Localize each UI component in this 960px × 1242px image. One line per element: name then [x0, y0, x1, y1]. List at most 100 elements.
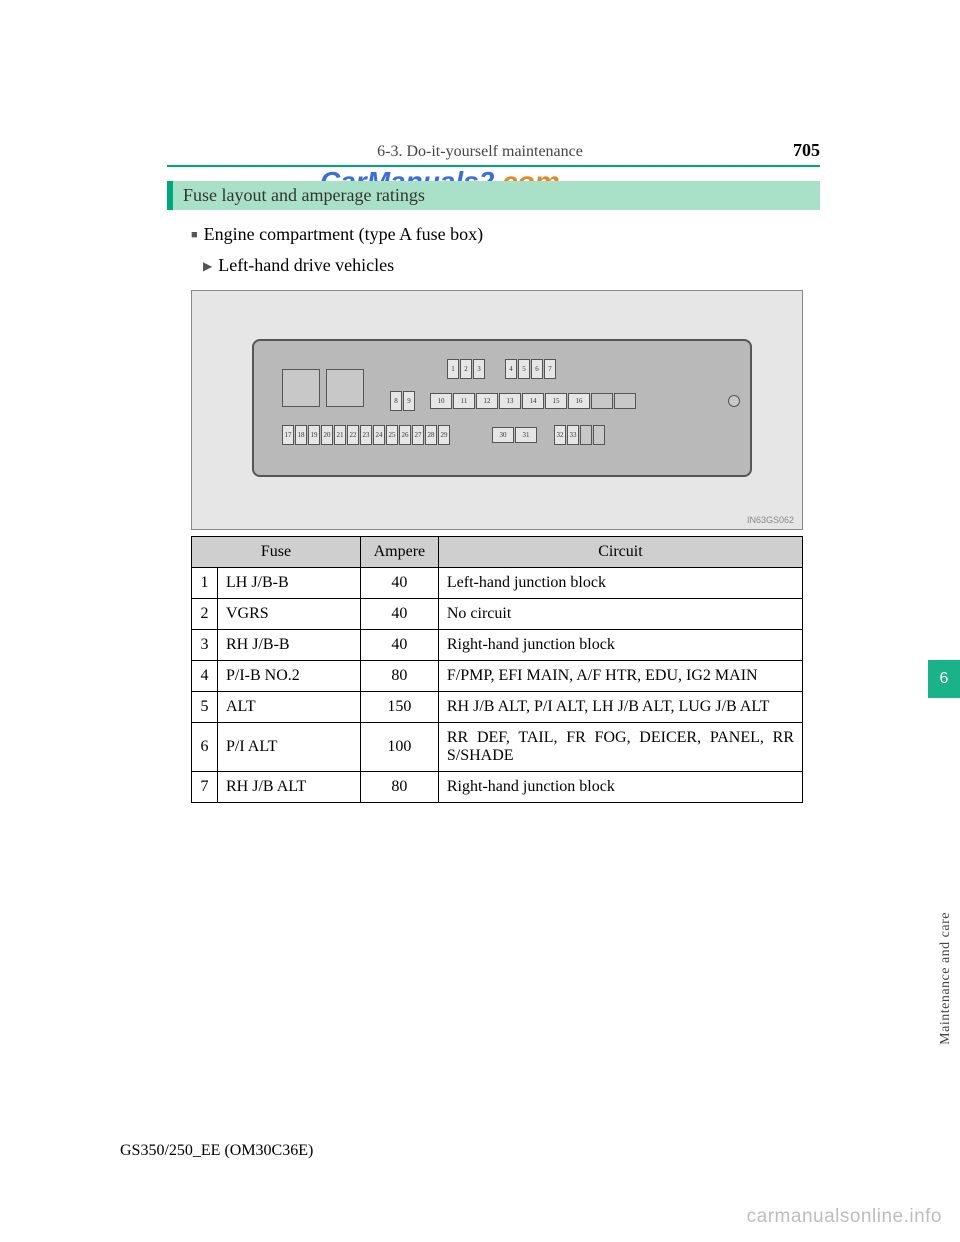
fuse-slot: 29: [438, 425, 450, 445]
col-header-fuse: Fuse: [192, 537, 361, 568]
footer-doc-code: GS350/250_EE (OM30C36E): [120, 1142, 313, 1160]
cell-circuit: Left-hand junction block: [438, 568, 802, 599]
fuse-slot: 3: [473, 359, 485, 379]
fuse-slot: 7: [544, 359, 556, 379]
breadcrumb: 6-3. Do-it-yourself maintenance: [167, 143, 793, 161]
cell-circuit: RH J/B ALT, P/I ALT, LH J/B ALT, LUG J/B…: [438, 692, 802, 723]
fuse-slot: 22: [347, 425, 359, 445]
fuse-slot: 4: [505, 359, 517, 379]
fuse-slot: 33: [567, 425, 579, 445]
page-content: 6-3. Do-it-yourself maintenance 705 Fuse…: [0, 0, 960, 803]
cell-circuit: Right-hand junction block: [438, 630, 802, 661]
relay-block: [326, 369, 364, 407]
section-title: Fuse layout and amperage ratings: [167, 181, 820, 210]
table-row: 7RH J/B ALT80Right-hand junction block: [192, 772, 803, 803]
cell-ampere: 40: [360, 599, 438, 630]
fuse-slot-blank: [614, 393, 636, 409]
cell-circuit: Right-hand junction block: [438, 772, 802, 803]
fuse-box-outline: 1 2 3 4 5 6 7 8 9 10 11 12 13: [252, 339, 752, 477]
fuse-row-2-mid: 10 11 12 13 14 15 16: [430, 393, 636, 409]
fuse-row-3-left: 17 18 19 20 21 22 23 24 25 26 27 28 29: [282, 425, 450, 445]
col-header-circuit: Circuit: [438, 537, 802, 568]
fuse-slot: 26: [399, 425, 411, 445]
fuse-slot: 21: [334, 425, 346, 445]
cell-fuse: VGRS: [218, 599, 361, 630]
cell-ampere: 100: [360, 723, 438, 772]
fuse-slot: 9: [403, 391, 415, 411]
fuse-slot: 13: [499, 393, 521, 409]
subheading-text: Engine compartment (type A fuse box): [204, 224, 483, 244]
fuse-slot: 20: [321, 425, 333, 445]
fuse-slot: 27: [412, 425, 424, 445]
cell-fuse: RH J/B ALT: [218, 772, 361, 803]
cell-fuse: P/I ALT: [218, 723, 361, 772]
cell-fuse: LH J/B-B: [218, 568, 361, 599]
fuse-table: Fuse Ampere Circuit 1LH J/B-B40Left-hand…: [191, 536, 803, 803]
table-row: 3RH J/B-B40Right-hand junction block: [192, 630, 803, 661]
table-row: 6P/I ALT100RR DEF, TAIL, FR FOG, DEICER,…: [192, 723, 803, 772]
cell-ampere: 80: [360, 772, 438, 803]
relay-block: [282, 369, 320, 407]
fuse-row-3-mid: 30 31: [492, 427, 537, 443]
cell-num: 3: [192, 630, 218, 661]
cell-ampere: 150: [360, 692, 438, 723]
subsubheading-text: Left-hand drive vehicles: [218, 255, 394, 275]
cell-num: 2: [192, 599, 218, 630]
fuse-slot: 5: [518, 359, 530, 379]
fuse-slot: 17: [282, 425, 294, 445]
fuse-slot: 31: [515, 427, 537, 443]
table-row: 1LH J/B-B40Left-hand junction block: [192, 568, 803, 599]
chapter-tab: 6: [928, 660, 960, 698]
page-header: 6-3. Do-it-yourself maintenance 705: [167, 140, 820, 167]
mounting-hole-icon: [728, 395, 740, 407]
fuse-slot: 6: [531, 359, 543, 379]
fuse-slot: 12: [476, 393, 498, 409]
fuse-slot: 8: [390, 391, 402, 411]
fuse-slot: 16: [568, 393, 590, 409]
table-row: 2VGRS40No circuit: [192, 599, 803, 630]
fuse-slot: 24: [373, 425, 385, 445]
col-header-ampere: Ampere: [360, 537, 438, 568]
fuse-slot: 28: [425, 425, 437, 445]
fuse-row-2-left: 8 9: [390, 391, 415, 411]
fuse-row-3-right: 32 33: [554, 425, 605, 445]
fuse-box-diagram: 1 2 3 4 5 6 7 8 9 10 11 12 13: [191, 290, 803, 530]
diagram-id-label: IN63GS062: [747, 515, 794, 525]
square-bullet-icon: ■: [191, 229, 198, 241]
fuse-slot-blank: [591, 393, 613, 409]
fuse-slot: 14: [522, 393, 544, 409]
fuse-row-1: 1 2 3 4 5 6 7: [447, 359, 556, 379]
cell-num: 1: [192, 568, 218, 599]
cell-ampere: 40: [360, 568, 438, 599]
fuse-slot: 25: [386, 425, 398, 445]
fuse-slot: 10: [430, 393, 452, 409]
fuse-slot: 19: [308, 425, 320, 445]
cell-num: 5: [192, 692, 218, 723]
fuse-slot: 30: [492, 427, 514, 443]
subsubheading: ▶ Left-hand drive vehicles: [203, 255, 820, 276]
subheading: ■ Engine compartment (type A fuse box): [191, 224, 820, 245]
cell-num: 6: [192, 723, 218, 772]
fuse-slot: 23: [360, 425, 372, 445]
cell-circuit: F/PMP, EFI MAIN, A/F HTR, EDU, IG2 MAIN: [438, 661, 802, 692]
cell-ampere: 40: [360, 630, 438, 661]
cell-fuse: ALT: [218, 692, 361, 723]
chapter-side-label: Maintenance and care: [938, 912, 954, 1045]
cell-num: 4: [192, 661, 218, 692]
triangle-bullet-icon: ▶: [203, 259, 212, 273]
fuse-slot: 32: [554, 425, 566, 445]
fuse-slot: 11: [453, 393, 475, 409]
page-number: 705: [793, 140, 820, 161]
cell-circuit: RR DEF, TAIL, FR FOG, DEICER, PANEL, RR …: [438, 723, 802, 772]
fuse-slot: 2: [460, 359, 472, 379]
cell-fuse: P/I-B NO.2: [218, 661, 361, 692]
fuse-slot: 1: [447, 359, 459, 379]
fuse-slot-blank: [580, 425, 592, 445]
table-header-row: Fuse Ampere Circuit: [192, 537, 803, 568]
cell-ampere: 80: [360, 661, 438, 692]
table-row: 5ALT150RH J/B ALT, P/I ALT, LH J/B ALT, …: [192, 692, 803, 723]
fuse-slot: 15: [545, 393, 567, 409]
fuse-slot-blank: [593, 425, 605, 445]
fuse-slot: 18: [295, 425, 307, 445]
cell-circuit: No circuit: [438, 599, 802, 630]
